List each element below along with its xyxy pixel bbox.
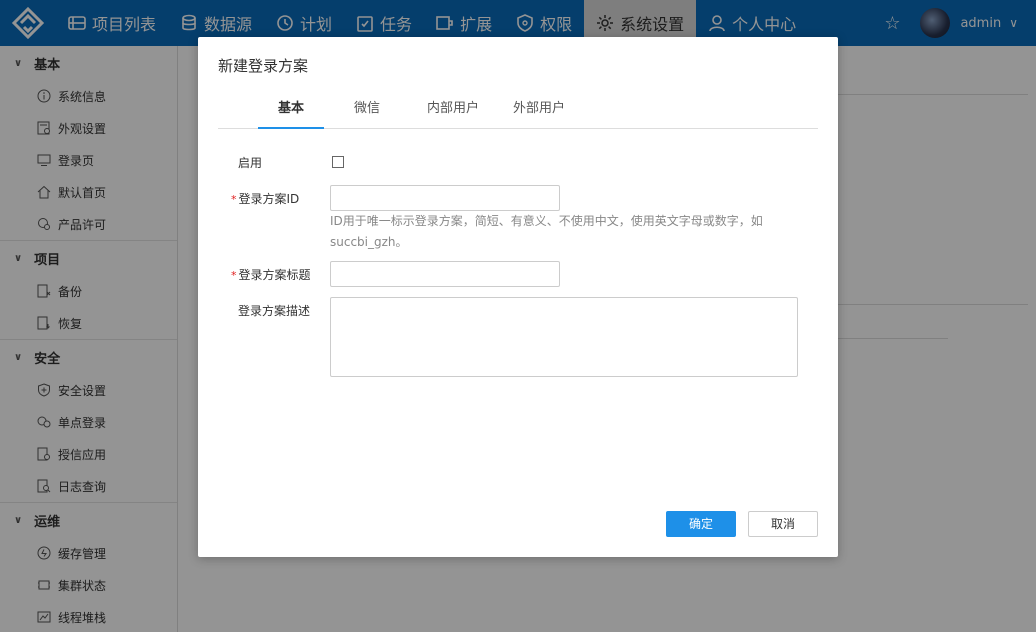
enable-label: 启用 [238, 156, 263, 170]
scheme-title-input[interactable] [330, 261, 560, 287]
dialog-title: 新建登录方案 [218, 57, 309, 75]
tab-internal-users[interactable]: 内部用户 [410, 93, 496, 128]
dialog-tabs: 基本 微信 内部用户 外部用户 [218, 93, 818, 129]
scheme-title-label: * 登录方案标题 [231, 266, 311, 283]
scheme-description-label: 登录方案描述 [238, 304, 311, 318]
confirm-button[interactable]: 确定 [666, 511, 736, 537]
scheme-id-hint: ID用于唯一标示登录方案，简短、有意义、不使用中文，使用英文字母或数字，如suc… [330, 214, 763, 249]
scheme-description-textarea[interactable] [330, 297, 798, 377]
cancel-button[interactable]: 取消 [748, 511, 818, 537]
tab-wechat[interactable]: 微信 [324, 93, 410, 128]
tab-basic[interactable]: 基本 [258, 93, 324, 129]
label-text: 登录方案ID [238, 192, 300, 206]
enable-checkbox[interactable] [332, 156, 344, 168]
scheme-id-input[interactable] [330, 185, 560, 211]
tab-external-users[interactable]: 外部用户 [496, 93, 582, 128]
required-mark: * [231, 269, 237, 282]
scheme-id-label: * 登录方案ID [231, 190, 299, 207]
new-login-scheme-dialog: 新建登录方案 基本 微信 内部用户 外部用户 启用 * 登录方案ID ID用于唯一… [198, 37, 838, 557]
label-text: 登录方案标题 [238, 268, 311, 282]
required-mark: * [231, 193, 237, 206]
